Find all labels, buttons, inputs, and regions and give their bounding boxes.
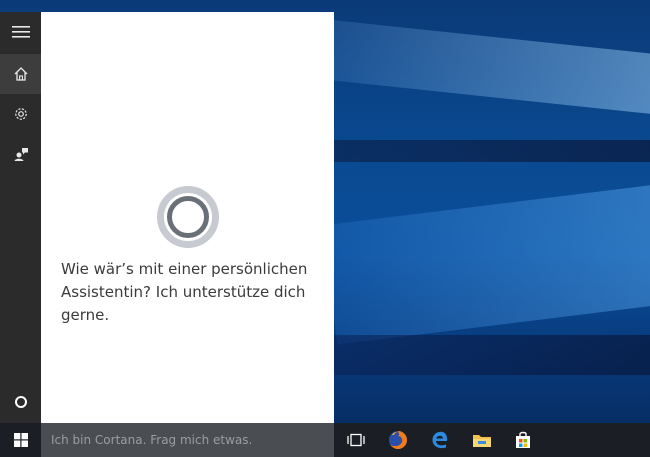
- cortana-logo-icon: [157, 186, 219, 248]
- edge-taskbar-button[interactable]: [420, 423, 460, 457]
- wallpaper-dark-band: [330, 335, 650, 375]
- wallpaper-light-beam: [322, 174, 650, 345]
- wallpaper-dark-band: [330, 140, 650, 162]
- cortana-left-rail: [0, 12, 41, 423]
- task-view-icon: [347, 433, 365, 447]
- wallpaper-light-beam: [326, 20, 650, 124]
- cortana-button[interactable]: [0, 382, 41, 422]
- file-explorer-icon: [473, 435, 491, 447]
- hamburger-menu-icon: [11, 26, 30, 38]
- hamburger-menu-button[interactable]: [0, 12, 41, 52]
- feedback-button[interactable]: [0, 134, 41, 174]
- task-view-button[interactable]: [336, 423, 376, 457]
- gear-icon: [14, 108, 27, 120]
- store-icon: [516, 431, 530, 448]
- taskbar: Ich bin Cortana. Frag mich etwas.: [0, 423, 650, 457]
- cortana-search-input[interactable]: Ich bin Cortana. Frag mich etwas.: [41, 423, 334, 457]
- firefox-icon: [389, 431, 407, 449]
- firefox-taskbar-button[interactable]: [378, 423, 418, 457]
- feedback-icon: [14, 148, 28, 161]
- store-taskbar-button[interactable]: [503, 423, 543, 457]
- home-button[interactable]: [0, 54, 41, 94]
- windows-logo-icon: [13, 433, 28, 447]
- cortana-panel: Wie wär’s mit einer persönlichen Assiste…: [41, 12, 334, 423]
- file-explorer-taskbar-button[interactable]: [462, 423, 502, 457]
- settings-button[interactable]: [0, 94, 41, 134]
- start-button[interactable]: [0, 423, 41, 457]
- cortana-circle-icon: [14, 396, 27, 408]
- cortana-message: Wie wär’s mit einer persönlichen Assiste…: [61, 260, 308, 324]
- home-icon: [14, 67, 27, 81]
- edge-icon: [432, 431, 448, 449]
